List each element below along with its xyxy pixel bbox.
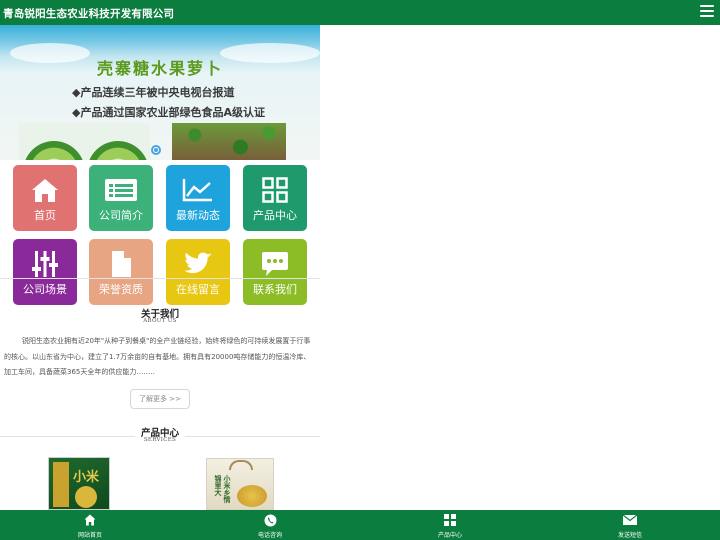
product-image-gift-bag[interactable]: 小米乡情 锦里大 (206, 458, 274, 510)
tile-label: 荣誉资质 (99, 283, 143, 296)
chat-bubble-icon (243, 249, 307, 279)
home-icon (13, 175, 77, 205)
tile-label: 产品中心 (253, 209, 297, 222)
id-card-icon (89, 175, 153, 205)
top-header: 青岛锐阳生态农业科技开发有限公司 (0, 0, 720, 25)
twitter-bird-icon (166, 249, 230, 279)
tile-product-center[interactable]: 产品中心 (243, 165, 307, 231)
grid-icon (243, 175, 307, 205)
bottom-nav-label: 产品中心 (437, 532, 462, 539)
about-section-subtitle: ABOUT US (0, 318, 320, 324)
bottom-nav-home[interactable]: 网站首页 (0, 510, 180, 540)
bottom-nav-label: 网站首页 (77, 532, 102, 539)
bottom-navigation: 网站首页 电话咨询 产品中心 发送短信 (0, 510, 720, 540)
radish-slice-photo (19, 123, 150, 160)
tile-label: 联系我们 (253, 283, 297, 296)
tile-company-scene[interactable]: 公司场景 (13, 239, 77, 305)
document-icon (89, 249, 153, 279)
bottom-nav-phone[interactable]: 电话咨询 (180, 510, 360, 540)
tile-company-intro[interactable]: 公司简介 (89, 165, 153, 231)
tile-label: 首页 (34, 209, 56, 222)
grid-icon (360, 513, 540, 527)
products-section-subtitle: SERVICES (0, 437, 320, 443)
tile-label: 公司简介 (99, 209, 143, 222)
line-chart-icon (166, 175, 230, 205)
bottom-nav-sms[interactable]: 发送短信 (540, 510, 720, 540)
company-title[interactable]: 青岛锐阳生态农业科技开发有限公司 (3, 6, 174, 21)
bottom-nav-label: 发送短信 (617, 532, 642, 539)
mail-icon (540, 513, 720, 527)
phone-icon (180, 513, 360, 527)
tile-label: 公司场景 (23, 283, 67, 296)
sliders-icon (13, 249, 77, 279)
bottom-nav-label: 电话咨询 (257, 532, 282, 539)
learn-more-button[interactable]: 了解更多 >> (130, 389, 190, 409)
banner-bullet: ◆产品通过国家农业部绿色食品A级认证 (72, 106, 265, 119)
product-image-millet-box[interactable]: 小米 (48, 457, 110, 510)
bottom-nav-products[interactable]: 产品中心 (360, 510, 540, 540)
tile-contact-us[interactable]: 联系我们 (243, 239, 307, 305)
home-icon (0, 513, 180, 527)
hero-banner[interactable]: 壳寨糖水果萝卜 ◆产品连续三年被中央电视台报道 ◆产品通过国家农业部绿色食品A级… (0, 25, 320, 160)
tile-label: 最新动态 (176, 209, 220, 222)
slider-dot[interactable] (151, 145, 161, 155)
tile-label: 在线留言 (176, 283, 220, 296)
tile-home[interactable]: 首页 (13, 165, 77, 231)
about-description: 锐阳生态农业拥有近20年"从种子到餐桌"的全产业链经验，始终将绿色的可持续发展置… (4, 337, 311, 376)
banner-bullet: ◆产品连续三年被中央电视台报道 (72, 86, 235, 99)
banner-headline: 壳寨糖水果萝卜 (96, 59, 223, 78)
hamburger-menu-icon[interactable] (700, 5, 714, 18)
radish-field-photo (172, 123, 286, 160)
tile-latest-news[interactable]: 最新动态 (166, 165, 230, 231)
section-divider (0, 278, 320, 279)
tile-online-message[interactable]: 在线留言 (166, 239, 230, 305)
tile-honors[interactable]: 荣誉资质 (89, 239, 153, 305)
